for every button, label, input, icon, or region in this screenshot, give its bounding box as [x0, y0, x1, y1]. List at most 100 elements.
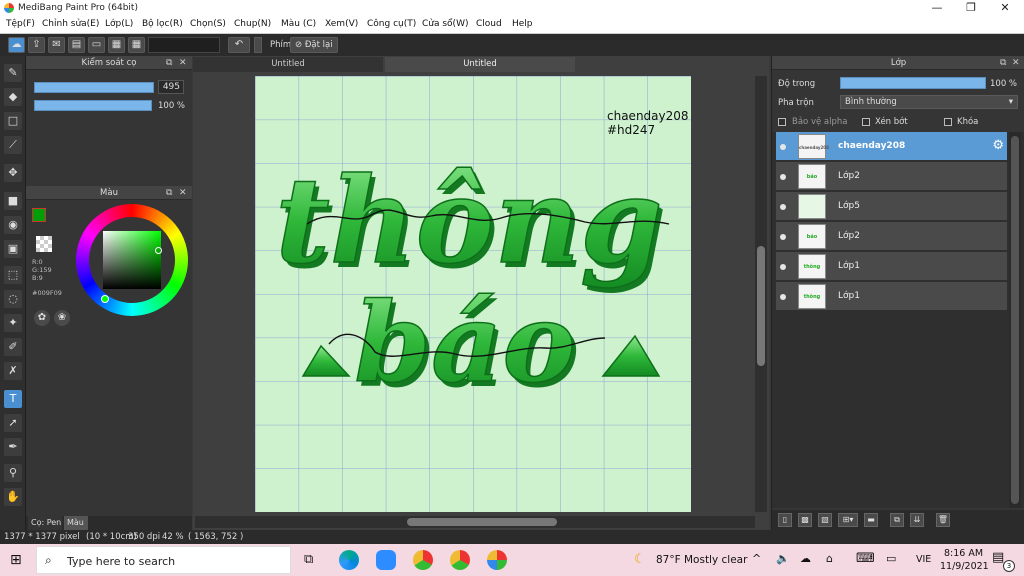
tab-pen[interactable]: Cọ: Pen: [28, 516, 62, 530]
menu-capture[interactable]: Chup(N): [234, 19, 271, 29]
dropper-tool-icon[interactable]: ⚲: [4, 464, 22, 482]
search-box[interactable]: ⌕ Type here to search: [36, 546, 291, 574]
speaker-icon[interactable]: 🔈: [776, 552, 790, 565]
comment-icon[interactable]: ✉: [48, 37, 65, 53]
brush-size-input[interactable]: 495: [158, 80, 184, 94]
lasso-tool-icon[interactable]: ◌: [4, 290, 22, 308]
operation-tool-icon[interactable]: ➚: [4, 414, 22, 432]
select-rect-tool-icon[interactable]: ⬚: [4, 266, 22, 284]
brush-size-slider[interactable]: [34, 82, 154, 93]
panel-close-icon[interactable]: ✕: [179, 56, 187, 70]
menu-file[interactable]: Tệp(F): [6, 19, 35, 29]
hue-cursor[interactable]: [101, 295, 109, 303]
visibility-icon[interactable]: [780, 144, 786, 150]
brush-opacity-slider[interactable]: [34, 100, 152, 111]
menu-layer[interactable]: Lớp(L): [105, 19, 133, 29]
magic-wand-tool-icon[interactable]: ✦: [4, 314, 22, 332]
windows-start-icon[interactable]: ⊞: [10, 552, 22, 568]
chrome-icon-2[interactable]: [450, 550, 470, 570]
new-halftone-layer-icon[interactable]: ▩: [798, 513, 812, 527]
shape-tool-icon[interactable]: □: [4, 112, 22, 130]
network-icon[interactable]: ⌂: [826, 552, 833, 565]
vertical-scrollbar[interactable]: [755, 76, 767, 512]
message-icon[interactable]: ▤: [68, 37, 85, 53]
layer-scrollbar[interactable]: [1009, 132, 1021, 508]
clipping-checkbox[interactable]: [862, 118, 870, 126]
merge-layer-icon[interactable]: ⇊: [910, 513, 924, 527]
tab-color[interactable]: Màu: [64, 516, 88, 530]
menu-cloud[interactable]: Cloud: [476, 19, 502, 29]
chevron-up-icon[interactable]: ^: [752, 552, 761, 565]
reset-button[interactable]: ⊘ Đặt lại: [290, 37, 338, 53]
task-view-icon[interactable]: ⧉: [304, 552, 313, 567]
transparent-swatch[interactable]: [36, 236, 52, 252]
new-8bit-layer-icon[interactable]: ▧: [818, 513, 832, 527]
menu-edit[interactable]: Chỉnh sửa(E): [42, 19, 99, 29]
layer-row[interactable]: báo Lớp2: [776, 222, 1007, 251]
delete-layer-icon[interactable]: 🗑: [936, 513, 950, 527]
fill-rect-tool-icon[interactable]: ■: [4, 192, 22, 210]
visibility-icon[interactable]: [780, 294, 786, 300]
protect-alpha-checkbox[interactable]: [778, 118, 786, 126]
gear-icon[interactable]: ⚙: [992, 138, 1004, 153]
palette-settings-icon[interactable]: ❀: [54, 310, 70, 326]
panel-close-icon[interactable]: ✕: [179, 186, 187, 200]
medibang-icon[interactable]: [487, 550, 507, 570]
tab-untitled-2[interactable]: Untitled: [385, 57, 575, 72]
main-color-swatch[interactable]: [32, 208, 46, 222]
menu-help[interactable]: Help: [512, 19, 533, 29]
brush-tool-icon[interactable]: ✎: [4, 64, 22, 82]
horizontal-scroll-thumb[interactable]: [407, 518, 557, 526]
layer-scroll-thumb[interactable]: [1011, 136, 1019, 504]
layer-row[interactable]: báo Lớp2: [776, 162, 1007, 191]
language-indicator[interactable]: VIE: [916, 554, 931, 565]
popout-icon[interactable]: ⧉: [166, 186, 172, 200]
saturation-square[interactable]: [103, 231, 161, 289]
canvas-artwork[interactable]: thông thông báo báo chaenday208 #hd247: [255, 76, 691, 512]
popout-icon[interactable]: ⧉: [166, 56, 172, 70]
select-pen-tool-icon[interactable]: ✐: [4, 338, 22, 356]
cloud-sync-icon[interactable]: ☁: [800, 552, 811, 565]
add-layer-menu-icon[interactable]: ⊞▾: [838, 513, 858, 527]
layer-row[interactable]: thông Lớp1: [776, 282, 1007, 311]
folder-icon[interactable]: ▬: [864, 513, 878, 527]
menu-tools[interactable]: Công cụ(T): [367, 19, 416, 29]
visibility-icon[interactable]: [780, 234, 786, 240]
menu-color[interactable]: Màu (C): [281, 19, 316, 29]
palette-icon[interactable]: ✿: [34, 310, 50, 326]
select-eraser-tool-icon[interactable]: ✗: [4, 362, 22, 380]
cloud-icon[interactable]: ☁: [8, 37, 25, 53]
line-tool-icon[interactable]: ⟋: [4, 136, 22, 154]
layer-row[interactable]: Lớp5: [776, 192, 1007, 221]
layer-row[interactable]: chaenday208 chaenday208 ⚙: [776, 132, 1007, 161]
material-icon[interactable]: ▦: [108, 37, 125, 53]
text-tool-icon[interactable]: T: [4, 390, 22, 408]
layer-row[interactable]: thông Lớp1: [776, 252, 1007, 281]
visibility-icon[interactable]: [780, 204, 786, 210]
lock-checkbox[interactable]: [944, 118, 952, 126]
duplicate-layer-icon[interactable]: ⧉: [890, 513, 904, 527]
display-icon[interactable]: ▭: [886, 552, 896, 565]
menu-view[interactable]: Xem(V): [325, 19, 358, 29]
drawing-canvas[interactable]: thông thông báo báo chaenday208 #hd247: [255, 76, 691, 512]
clock-time[interactable]: 8:16 AM: [944, 548, 983, 559]
chrome-icon[interactable]: [413, 550, 433, 570]
notification-icon[interactable]: ▤: [992, 550, 1004, 565]
keyboard-icon[interactable]: ⌨: [856, 551, 875, 566]
clock-date[interactable]: 11/9/2021: [940, 561, 989, 572]
move-tool-icon[interactable]: ✥: [4, 164, 22, 182]
zoom-icon[interactable]: [376, 550, 396, 570]
share-icon[interactable]: ⇪: [28, 37, 45, 53]
color-picker-cursor[interactable]: [155, 247, 162, 254]
gradient-tool-icon[interactable]: ▣: [4, 240, 22, 258]
horizontal-scrollbar[interactable]: [195, 516, 755, 528]
undo-icon[interactable]: ↶: [228, 37, 250, 53]
tab-untitled-1[interactable]: Untitled: [193, 57, 383, 72]
visibility-icon[interactable]: [780, 174, 786, 180]
vertical-scroll-thumb[interactable]: [757, 246, 765, 366]
popout-icon[interactable]: ⧉: [1000, 56, 1006, 70]
restore-button[interactable]: ❐: [954, 0, 988, 16]
new-layer-icon[interactable]: ▯: [778, 513, 792, 527]
bucket-tool-icon[interactable]: ◉: [4, 216, 22, 234]
edge-icon[interactable]: [339, 550, 359, 570]
